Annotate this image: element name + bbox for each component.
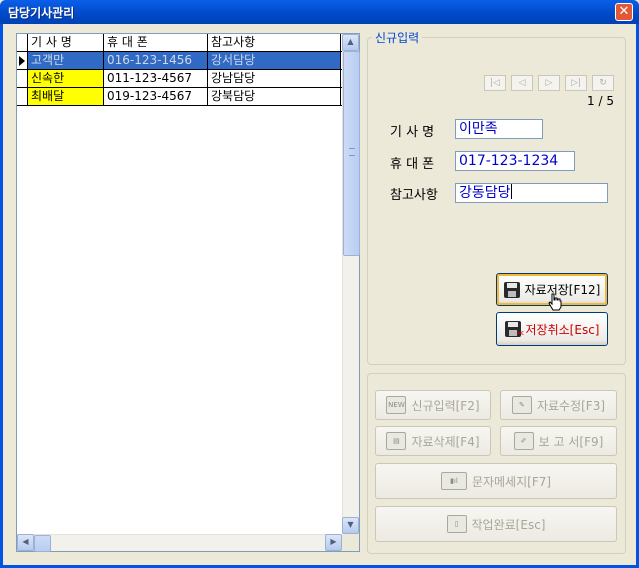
horizontal-scroll-thumb[interactable] xyxy=(34,535,51,552)
scroll-left-icon[interactable]: ◀ xyxy=(17,534,34,551)
new-users-icon: NEW xyxy=(386,396,407,414)
report-button[interactable]: ✐ 보 고 서[F9] xyxy=(500,426,617,456)
cell-name[interactable]: 신속한 xyxy=(28,70,104,87)
cancel-floppy-icon: ✂ xyxy=(504,321,525,340)
scroll-right-icon[interactable]: ▶ xyxy=(325,534,342,551)
save-button-label: 자료저장[F12] xyxy=(524,283,601,297)
row-indicator xyxy=(17,70,28,87)
done-label: 작업완료[Esc] xyxy=(471,517,546,532)
cancel-button-label: 저장취소[Esc] xyxy=(525,322,600,337)
phone-label: 휴 대 폰 xyxy=(390,157,435,172)
window-title: 담당기사관리 xyxy=(8,6,75,20)
horizontal-scrollbar[interactable]: ◀ ▶ xyxy=(17,534,342,552)
nav-first-icon[interactable]: |◁ xyxy=(484,75,506,91)
cell-note[interactable]: 강남담당 xyxy=(208,70,341,87)
cellphone-signal-icon: ▮ıl xyxy=(440,472,467,490)
record-pager: 1 / 5 xyxy=(587,94,614,108)
client-area: 기 사 명 휴 대 폰 참고사항 고객만 016-123-1456 강서담당 신… xyxy=(3,24,636,565)
column-header-note[interactable]: 참고사항 xyxy=(208,34,341,51)
report-label: 보 고 서[F9] xyxy=(538,434,604,449)
scroll-down-icon[interactable]: ▼ xyxy=(342,517,359,534)
cell-note[interactable]: 강북담당 xyxy=(208,88,341,105)
text-caret xyxy=(510,184,512,199)
table-row[interactable]: 신속한 011-123-4567 강남담당 xyxy=(17,70,342,88)
delete-button[interactable]: ▤ 자료삭제[F4] xyxy=(375,426,491,456)
nav-refresh-icon[interactable]: ↻ xyxy=(592,75,614,91)
new-entry-button[interactable]: NEW 신규입력[F2] xyxy=(375,390,491,420)
note-field-text: 강동담당 xyxy=(459,185,511,201)
name-field[interactable]: 이만족 xyxy=(455,119,543,139)
table-row[interactable]: 최배달 019-123-4567 강북담당 xyxy=(17,88,342,106)
nav-next-icon[interactable]: ▷ xyxy=(538,75,560,91)
edit-button[interactable]: ✎ 자료수정[F3] xyxy=(500,390,617,420)
title-bar[interactable]: 담당기사관리 ✕ xyxy=(0,0,639,24)
current-row-arrow-icon xyxy=(19,56,25,66)
scroll-corner xyxy=(342,534,359,551)
actions-groupbox: NEW 신규입력[F2] ✎ 자료수정[F3] ▤ 자료삭제[F4] ✐ 보 고… xyxy=(367,373,626,554)
cell-phone[interactable]: 011-123-4567 xyxy=(104,70,208,87)
column-header-phone[interactable]: 휴 대 폰 xyxy=(104,34,208,51)
close-button[interactable]: ✕ xyxy=(615,3,633,21)
trash-list-icon: ▤ xyxy=(386,432,407,450)
sms-label: 문자메세지[F7] xyxy=(471,474,552,489)
cell-name[interactable]: 고객만 xyxy=(28,52,104,69)
report-notepad-icon: ✐ xyxy=(513,432,534,450)
note-label: 참고사항 xyxy=(390,188,438,203)
hand-cursor-icon xyxy=(548,293,562,311)
table-row[interactable]: 고객만 016-123-1456 강서담당 xyxy=(17,52,342,70)
note-field[interactable]: 강동담당 xyxy=(455,183,608,203)
app-window: 담당기사관리 ✕ 기 사 명 휴 대 폰 참고사항 고객만 016-123-14… xyxy=(0,0,639,568)
cell-phone[interactable]: 019-123-4567 xyxy=(104,88,208,105)
vertical-scrollbar[interactable]: ▲ ▼ xyxy=(342,34,360,534)
sms-button[interactable]: ▮ıl 문자메세지[F7] xyxy=(375,463,617,499)
exit-door-icon: ▯ xyxy=(446,515,467,533)
new-entry-label: 신규입력[F2] xyxy=(411,398,480,413)
vertical-scroll-thumb[interactable] xyxy=(343,51,360,256)
cancel-save-button[interactable]: ✂ 저장취소[Esc] xyxy=(496,312,608,346)
delete-label: 자료삭제[F4] xyxy=(411,434,480,449)
name-label: 기 사 명 xyxy=(390,125,435,140)
entry-groupbox: 신규입력 |◁ ◁ ▷ ▷| ↻ 1 / 5 기 사 명 이만족 휴 대 폰 0… xyxy=(367,29,626,365)
scroll-up-icon[interactable]: ▲ xyxy=(342,34,359,51)
nav-last-icon[interactable]: ▷| xyxy=(565,75,587,91)
driver-grid[interactable]: 기 사 명 휴 대 폰 참고사항 고객만 016-123-1456 강서담당 신… xyxy=(16,33,360,552)
entry-group-title: 신규입력 xyxy=(372,29,423,46)
column-header-name[interactable]: 기 사 명 xyxy=(28,34,104,51)
cell-name[interactable]: 최배달 xyxy=(28,88,104,105)
phone-field[interactable]: 017-123-1234 xyxy=(455,151,575,171)
row-indicator xyxy=(17,52,28,69)
done-button[interactable]: ▯ 작업완료[Esc] xyxy=(375,506,617,542)
cell-note[interactable]: 강서담당 xyxy=(208,52,341,69)
row-indicator xyxy=(17,88,28,105)
cell-phone[interactable]: 016-123-1456 xyxy=(104,52,208,69)
grid-header: 기 사 명 휴 대 폰 참고사항 xyxy=(17,34,342,52)
edit-label: 자료수정[F3] xyxy=(536,398,606,413)
edit-users-icon: ✎ xyxy=(511,396,532,414)
nav-prev-icon[interactable]: ◁ xyxy=(511,75,533,91)
floppy-disk-icon xyxy=(503,281,520,298)
